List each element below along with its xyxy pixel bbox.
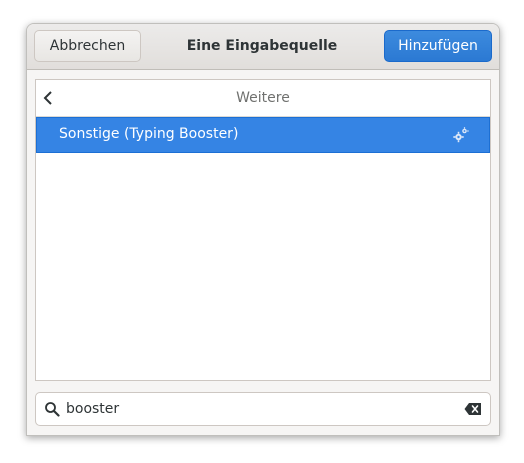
add-button[interactable]: Hinzufügen [384, 30, 492, 62]
search-input[interactable] [66, 393, 456, 425]
input-source-list: Weitere Sonstige (Typing Booster) [35, 79, 491, 381]
dialog-title: Eine Eingabequelle hinzufügen [186, 38, 338, 99]
search-icon [45, 402, 60, 417]
list-header-label: Weitere [236, 90, 290, 106]
chevron-left-icon[interactable] [40, 89, 58, 107]
list-header[interactable]: Weitere [36, 80, 490, 117]
gear-icon[interactable] [452, 126, 470, 144]
list-item[interactable]: Sonstige (Typing Booster) [36, 117, 490, 153]
add-input-source-dialog: Abbrechen Eine Eingabequelle hinzufügen … [26, 23, 500, 436]
list-item-label: Sonstige (Typing Booster) [59, 126, 239, 142]
search-entry[interactable] [35, 392, 491, 426]
clear-icon[interactable] [464, 402, 482, 416]
header-bar: Abbrechen Eine Eingabequelle hinzufügen … [27, 24, 499, 99]
cancel-button[interactable]: Abbrechen [34, 30, 141, 62]
